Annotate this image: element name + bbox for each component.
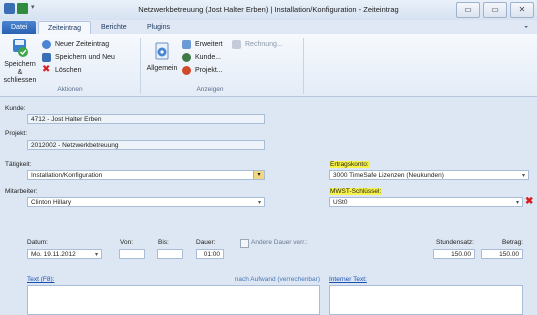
andere-dauer-label: Andere Dauer verr.: (251, 239, 308, 246)
dauer-field[interactable]: 01:00 (196, 249, 224, 259)
tab-plugins[interactable]: Plugins (138, 21, 179, 34)
title-bar: ▾ Netzwerkbetreuung (Jost Halter Erben) … (0, 0, 537, 21)
chevron-down-icon: ▾ (94, 252, 98, 258)
von-label: Von: (120, 239, 134, 246)
erweitert-button[interactable]: Erweitert (182, 39, 223, 50)
save-close-button[interactable]: Speichern & schliessen (3, 38, 37, 85)
new-entry-button[interactable]: Neuer Zeiteintrag (42, 39, 109, 50)
mitarbeiter-label: Mitarbeiter: (5, 188, 38, 195)
clear-mwst-icon[interactable]: ✖ (525, 196, 533, 207)
taetigkeit-dropdown-button[interactable]: ▾ (253, 171, 264, 179)
kunde-label: Kunde: (5, 105, 26, 112)
mwst-dropdown[interactable]: USt0 ▾ (329, 197, 523, 207)
stundensatz-field[interactable]: 150.00 (433, 249, 475, 259)
ribbon-separator (303, 38, 304, 94)
ertragskonto-label: Ertragskonto: (329, 161, 370, 168)
kunde-field[interactable]: 4712 - Jost Halter Erben (27, 114, 265, 124)
delete-button[interactable]: ✖ Löschen (42, 65, 81, 76)
taetigkeit-dropdown[interactable]: Installation/Konfiguration ▾ (27, 170, 265, 180)
bis-field[interactable] (157, 249, 183, 259)
group-label-aktionen: Aktionen (57, 86, 83, 93)
text-area[interactable] (27, 285, 320, 315)
allgemein-button[interactable]: Allgemein (145, 42, 179, 73)
interner-text-area[interactable] (329, 285, 523, 315)
group-label-anzeigen: Anzeigen (196, 86, 224, 93)
chevron-down-icon: ▾ (257, 200, 261, 206)
minimize-button[interactable]: ▭ (456, 2, 480, 18)
rechnung-button[interactable]: Rechnung... (232, 39, 283, 50)
save-close-icon (13, 39, 28, 57)
chevron-down-icon: ▾ (515, 200, 519, 206)
interner-text-label[interactable]: Interner Text: (329, 276, 367, 283)
dauer-label: Dauer: (196, 239, 216, 246)
projekt-button[interactable]: Projekt... (182, 65, 223, 76)
close-button[interactable]: ✕ (510, 2, 534, 18)
tab-zeiteintrag[interactable]: Zeiteintrag (38, 21, 92, 35)
save-new-button[interactable]: Speichern und Neu (42, 52, 115, 63)
ertragskonto-dropdown[interactable]: 3000 TimeSafe Lizenzen (Neukunden) ▾ (329, 170, 529, 180)
betrag-field[interactable]: 150.00 (481, 249, 523, 259)
mwst-label: MWST-Schlüssel: (329, 188, 383, 195)
kunde-icon (182, 53, 191, 62)
kunde-button[interactable]: Kunde... (182, 52, 221, 63)
delete-icon: ✖ (42, 64, 51, 75)
allgemein-label: Allgemein (146, 65, 178, 72)
taetigkeit-label: Tätigkeit: (5, 161, 32, 168)
tab-datei[interactable]: Datei (2, 21, 37, 34)
text-label[interactable]: Text (F8): (27, 276, 54, 283)
text-hint: nach Aufwand (verrechenbar) (234, 276, 320, 283)
datum-label: Datum: (27, 239, 48, 246)
maximize-button[interactable]: ▭ (483, 2, 507, 18)
projekt-field[interactable]: 2012002 - Netzwerkbetreuung (27, 140, 265, 150)
chevron-down-icon: ▾ (521, 173, 525, 179)
projekt-icon (182, 66, 191, 75)
help-icon[interactable]: ◒ (524, 23, 528, 30)
mitarbeiter-dropdown[interactable]: Clinton Hillary ▾ (27, 197, 265, 207)
tab-berichte[interactable]: Berichte (92, 21, 136, 34)
rechnung-icon (232, 40, 241, 49)
ribbon: Speichern & schliessen Neuer Zeiteintrag… (0, 34, 537, 97)
save-close-label: Speichern & schliessen (3, 61, 37, 84)
new-entry-icon (42, 40, 51, 49)
datum-field[interactable]: Mo. 19.11.2012 ▾ (27, 249, 102, 259)
bis-label: Bis: (158, 239, 169, 246)
von-field[interactable] (119, 249, 145, 259)
stundensatz-label: Stundensatz: (436, 239, 474, 246)
allgemein-icon (155, 42, 169, 60)
erweitert-icon (182, 40, 191, 49)
andere-dauer-checkbox[interactable] (240, 239, 249, 248)
ribbon-separator (140, 38, 141, 94)
save-new-icon (42, 53, 51, 62)
betrag-label: Betrag: (502, 239, 523, 246)
projekt-label: Projekt: (5, 130, 28, 137)
